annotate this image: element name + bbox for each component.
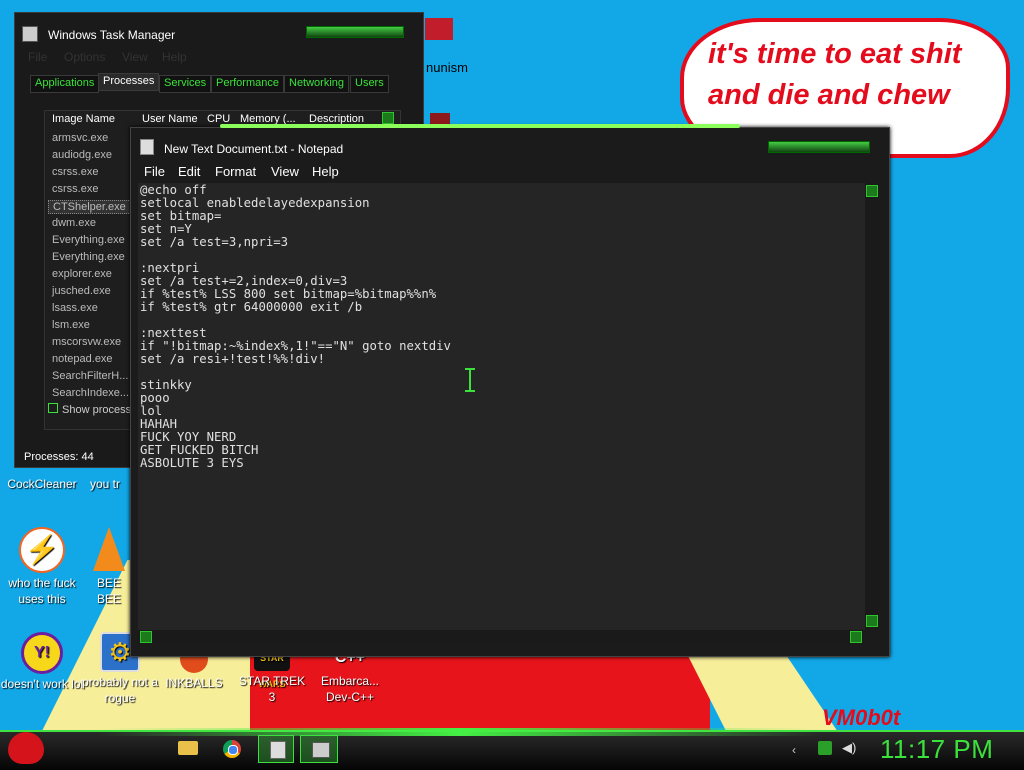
action-center-icon[interactable] xyxy=(818,741,832,755)
tab-processes[interactable]: Processes xyxy=(98,73,160,91)
process-row[interactable]: csrss.exe xyxy=(52,166,98,178)
scroll-right-button[interactable] xyxy=(850,631,862,643)
speech-line: and die and chew xyxy=(708,79,950,111)
tm-menu-view[interactable]: View xyxy=(122,50,148,64)
scroll-up-button[interactable] xyxy=(866,185,878,197)
horizontal-scrollbar[interactable] xyxy=(138,630,865,644)
icon-label: INKBALLS xyxy=(165,676,223,690)
desktop-icon-you-tr[interactable]: you tr xyxy=(80,476,130,492)
process-row[interactable]: audiodg.exe xyxy=(52,149,112,161)
taskbar-clock[interactable]: 11:17 PM xyxy=(880,734,993,765)
taskbar xyxy=(0,730,1024,770)
checkbox-label: Show process xyxy=(62,404,132,416)
text-cursor-icon xyxy=(465,368,475,392)
menu-edit[interactable]: Edit xyxy=(178,164,200,179)
menu-file[interactable]: File xyxy=(144,164,165,179)
window-controls[interactable] xyxy=(306,26,404,38)
icon-label: BEE BEE xyxy=(96,576,121,606)
start-button-icon[interactable] xyxy=(8,732,44,764)
taskbar-glow xyxy=(100,728,820,736)
icon-label: CockCleaner xyxy=(7,477,77,491)
avast-icon: ⚡ xyxy=(19,527,65,573)
desktop-icon-cockcleaner[interactable]: CockCleaner xyxy=(0,476,84,492)
show-all-processes-checkbox[interactable]: Show process xyxy=(48,403,131,416)
tab-applications[interactable]: Applications xyxy=(30,75,100,93)
desktop-icon-vlc[interactable]: BEE BEE xyxy=(84,527,134,607)
process-row[interactable]: mscorsvw.exe xyxy=(52,336,121,348)
tm-menu-options[interactable]: Options xyxy=(64,50,105,64)
window-controls[interactable] xyxy=(768,141,870,153)
desktop-icon-yahoo[interactable]: Y! doesn't work lol xyxy=(0,632,84,692)
show-hidden-icons-icon[interactable]: ‹ xyxy=(792,741,806,757)
icon-label: Embarca... Dev-C++ xyxy=(320,674,380,704)
folder-icon[interactable] xyxy=(172,735,204,763)
tab-networking[interactable]: Networking xyxy=(284,75,350,93)
desktop-icon-label: nunism xyxy=(426,60,468,75)
tab-users[interactable]: Users xyxy=(350,75,389,93)
editor-content[interactable]: @echo off setlocal enabledelayedexpansio… xyxy=(140,184,860,470)
menu-format[interactable]: Format xyxy=(215,164,256,179)
process-row-selected[interactable]: CTShelper.exe xyxy=(48,200,131,214)
notepad-title: New Text Document.txt - Notepad xyxy=(164,142,344,156)
vertical-scrollbar[interactable] xyxy=(865,183,879,630)
icon-label: STAR TREK 3 xyxy=(238,674,306,704)
process-count: Processes: 44 xyxy=(24,451,94,463)
notepad-icon xyxy=(140,139,154,155)
process-row[interactable]: jusched.exe xyxy=(52,285,111,297)
menu-help[interactable]: Help xyxy=(312,164,339,179)
process-row[interactable]: armsvc.exe xyxy=(52,132,108,144)
process-row[interactable]: SearchIndexe... xyxy=(52,387,129,397)
tab-services[interactable]: Services xyxy=(159,75,212,93)
process-row[interactable]: Everything.exe xyxy=(52,251,125,263)
task-manager-icon[interactable] xyxy=(300,735,338,763)
tm-menu-help[interactable]: Help xyxy=(162,50,187,64)
icon-label: you tr xyxy=(89,477,120,491)
scroll-left-button[interactable] xyxy=(140,631,152,643)
process-row[interactable]: SearchFilterH... xyxy=(52,370,128,382)
process-row[interactable]: explorer.exe xyxy=(52,268,112,280)
title-glow xyxy=(220,124,740,128)
icon-label: probably not a rogue xyxy=(81,675,159,705)
yahoo-messenger-icon: Y! xyxy=(21,632,63,674)
checkbox-icon xyxy=(48,403,58,413)
task-manager-title: Windows Task Manager xyxy=(48,28,176,42)
scroll-up-button[interactable] xyxy=(382,112,394,124)
icon-label: who the fuck uses this xyxy=(8,576,76,606)
icon-label: doesn't work lol xyxy=(0,677,84,691)
desktop-icon-avast[interactable]: ⚡ who the fuck uses this xyxy=(0,527,84,607)
chrome-icon[interactable] xyxy=(216,735,248,763)
scroll-down-button[interactable] xyxy=(866,615,878,627)
speech-text: it's time to eat shit and die and chew xyxy=(708,34,998,116)
speech-line: it's time to eat shit xyxy=(708,38,962,70)
notepad-icon[interactable] xyxy=(258,735,294,763)
process-row[interactable]: notepad.exe xyxy=(52,353,113,365)
menu-view[interactable]: View xyxy=(271,164,299,179)
tm-menu-file[interactable]: File xyxy=(28,50,47,64)
signature-text: VM0b0t xyxy=(822,705,901,730)
column-image-name[interactable]: Image Name xyxy=(52,113,115,125)
process-row[interactable]: lsm.exe xyxy=(52,319,90,331)
desktop-icon-partial[interactable] xyxy=(425,18,453,40)
tab-performance[interactable]: Performance xyxy=(211,75,284,93)
process-row[interactable]: Everything.exe xyxy=(52,234,125,246)
column-user-name[interactable]: User Name xyxy=(142,113,198,125)
volume-icon[interactable]: ◀) xyxy=(842,741,856,755)
process-row[interactable]: csrss.exe xyxy=(52,183,98,195)
process-row[interactable]: lsass.exe xyxy=(52,302,98,314)
process-row[interactable]: dwm.exe xyxy=(52,217,96,229)
task-manager-icon xyxy=(22,26,38,42)
vlc-cone-icon xyxy=(93,527,125,571)
